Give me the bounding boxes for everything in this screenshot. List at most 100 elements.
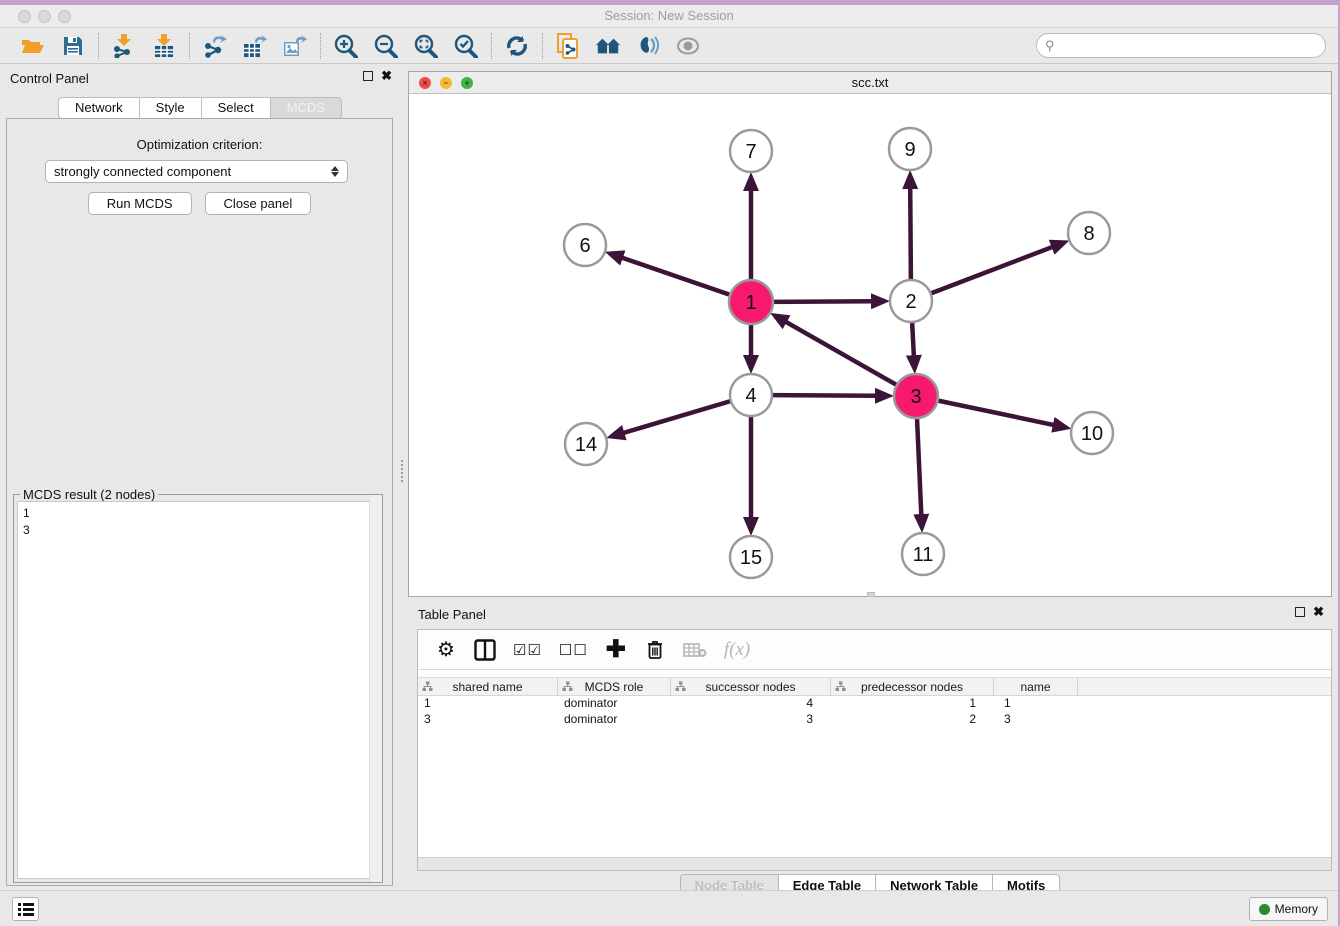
graph-edge-4-14[interactable]	[622, 401, 731, 434]
close-table-panel-icon[interactable]: ✖	[1313, 607, 1324, 617]
close-panel-button[interactable]: Close panel	[205, 192, 312, 215]
network-window-titlebar[interactable]: × − + scc.txt	[409, 72, 1331, 94]
column-label: name	[1020, 680, 1050, 694]
graph-edge-4-3[interactable]	[772, 395, 878, 396]
gear-icon[interactable]: ⚙	[435, 637, 457, 663]
zoom-in-icon[interactable]	[333, 33, 359, 59]
svg-text:4: 4	[745, 385, 756, 407]
column-view-icon[interactable]	[474, 637, 496, 663]
import-table-icon[interactable]	[151, 33, 177, 59]
select-all-icon[interactable]: ☑☑	[513, 637, 542, 663]
graph-edge-3-11[interactable]	[917, 418, 921, 517]
column-label: predecessor nodes	[861, 680, 963, 694]
status-bar: Memory	[0, 890, 1338, 926]
column-header-shared-name[interactable]: shared name	[418, 678, 558, 695]
zoom-fit-icon[interactable]	[413, 33, 439, 59]
float-table-panel-icon[interactable]	[1295, 607, 1305, 617]
mcds-result-title: MCDS result (2 nodes)	[20, 487, 158, 502]
delete-icon[interactable]	[644, 637, 666, 663]
memory-label: Memory	[1275, 902, 1318, 916]
tab-mcds[interactable]: MCDS	[271, 97, 342, 119]
memory-button[interactable]: Memory	[1249, 897, 1328, 921]
graph-edge-2-3[interactable]	[912, 322, 914, 358]
svg-text:6: 6	[579, 235, 590, 257]
graph-edge-2-9[interactable]	[910, 186, 911, 280]
function-builder-icon[interactable]: f(x)	[724, 637, 750, 663]
search-input[interactable]	[1055, 38, 1325, 53]
close-panel-icon[interactable]: ✖	[381, 71, 392, 81]
task-history-button[interactable]	[12, 897, 39, 921]
table-cell: dominator	[558, 696, 671, 712]
column-header-successor-nodes[interactable]: successor nodes	[671, 678, 831, 695]
table-cell: dominator	[558, 712, 671, 728]
zoom-out-icon[interactable]	[373, 33, 399, 59]
node-table: shared name MCDS role successor nodes pr…	[418, 677, 1331, 728]
import-network-icon[interactable]	[111, 33, 137, 59]
graph-node-10[interactable]: 10	[1071, 412, 1113, 454]
network-resize-handle[interactable]	[867, 592, 875, 597]
run-mcds-button[interactable]: Run MCDS	[88, 192, 192, 215]
home-layout-icon[interactable]	[595, 33, 621, 59]
graph-edge-2-8[interactable]	[931, 246, 1055, 293]
search-field[interactable]: ⚲	[1036, 33, 1326, 58]
svg-text:14: 14	[575, 434, 597, 456]
graph-edge-1-6[interactable]	[620, 257, 730, 295]
table-row[interactable]: 1dominator411	[418, 696, 1331, 712]
graph-node-7[interactable]: 7	[730, 130, 772, 172]
graph-node-3[interactable]: 3	[894, 374, 938, 418]
column-header-mcds-role[interactable]: MCDS role	[558, 678, 671, 695]
graph-node-4[interactable]: 4	[730, 374, 772, 416]
graph-edge-3-1[interactable]	[784, 321, 897, 385]
table-cell: 1	[994, 696, 1078, 712]
column-type-icon	[422, 681, 433, 692]
save-session-icon[interactable]	[60, 33, 86, 59]
svg-text:11: 11	[913, 544, 934, 566]
mcds-result-scrollbar[interactable]	[369, 495, 382, 882]
float-panel-icon[interactable]	[363, 71, 373, 81]
svg-text:7: 7	[745, 141, 756, 163]
graph-node-6[interactable]: 6	[564, 224, 606, 266]
column-header-name[interactable]: name	[994, 678, 1078, 695]
tab-network[interactable]: Network	[58, 97, 140, 119]
svg-text:3: 3	[910, 386, 921, 408]
panel-splitter-handle[interactable]	[401, 460, 406, 482]
refresh-icon[interactable]	[504, 33, 530, 59]
export-table-icon[interactable]	[242, 33, 268, 59]
network-window-title: scc.txt	[409, 75, 1331, 90]
window-title: Session: New Session	[0, 8, 1338, 23]
graph-node-11[interactable]: 11	[902, 533, 944, 575]
graph-node-1[interactable]: 1	[729, 280, 773, 324]
export-image-icon[interactable]	[282, 33, 308, 59]
eye-icon[interactable]	[675, 33, 701, 59]
graph-node-2[interactable]: 2	[890, 280, 932, 322]
graph-node-8[interactable]: 8	[1068, 212, 1110, 254]
memory-status-icon	[1259, 904, 1270, 915]
search-icon: ⚲	[1045, 38, 1055, 54]
graph-node-9[interactable]: 9	[889, 128, 931, 170]
open-session-icon[interactable]	[20, 33, 46, 59]
network-document-icon[interactable]	[555, 33, 581, 59]
export-network-icon[interactable]	[202, 33, 228, 59]
tab-style[interactable]: Style	[140, 97, 202, 119]
app-window: Session: New Session	[0, 0, 1340, 926]
graph-node-14[interactable]: 14	[565, 423, 607, 465]
control-panel-tabs: Network Style Select MCDS	[0, 97, 400, 119]
titlebar: Session: New Session	[0, 5, 1338, 28]
add-column-icon[interactable]: ✚	[605, 637, 627, 663]
main-toolbar: ⚲	[0, 28, 1338, 64]
deselect-all-icon[interactable]: ☐☐	[559, 637, 588, 663]
delete-table-icon[interactable]	[683, 637, 707, 663]
painter-icon[interactable]	[635, 33, 661, 59]
graph-node-15[interactable]: 15	[730, 536, 772, 578]
tab-select[interactable]: Select	[202, 97, 271, 119]
zoom-selected-icon[interactable]	[453, 33, 479, 59]
mcds-result-list[interactable]: 13	[17, 501, 379, 879]
table-cell: 1	[418, 696, 558, 712]
graph-edge-1-2[interactable]	[773, 301, 874, 302]
network-canvas-svg[interactable]: 7 9 6 8 1 2 4 3 14 10 15 11	[409, 94, 1331, 596]
optimization-criterion-select[interactable]: strongly connected component	[45, 160, 348, 183]
table-horizontal-scrollbar[interactable]	[418, 857, 1331, 870]
table-row[interactable]: 3dominator323	[418, 712, 1331, 728]
column-header-predecessor-nodes[interactable]: predecessor nodes	[831, 678, 994, 695]
graph-edge-3-10[interactable]	[938, 401, 1056, 426]
